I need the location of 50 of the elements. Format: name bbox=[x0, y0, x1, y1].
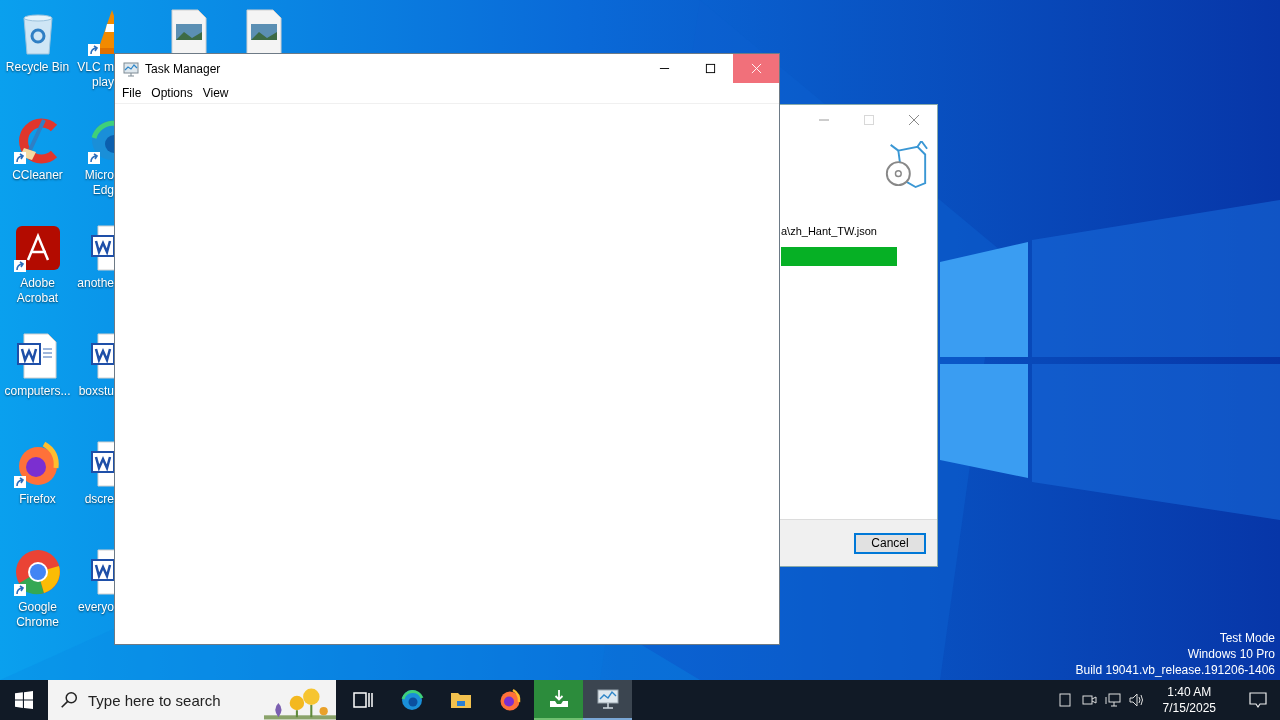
icon-label: Micro bbox=[84, 168, 114, 183]
icon-label: Google bbox=[18, 600, 57, 615]
icon-label: play bbox=[92, 75, 114, 90]
cancel-button[interactable]: Cancel bbox=[854, 532, 926, 554]
icon-label: Chrome bbox=[16, 615, 59, 630]
edge-icon bbox=[399, 688, 424, 712]
notification-icon[interactable] bbox=[1248, 690, 1268, 710]
volume-icon[interactable] bbox=[1128, 692, 1145, 708]
firefox-icon[interactable] bbox=[13, 440, 62, 488]
time-text: 1:40 AM bbox=[1167, 684, 1212, 700]
windows-logo-icon bbox=[15, 691, 33, 709]
icon-label: Edg bbox=[92, 183, 114, 198]
close-icon bbox=[750, 63, 762, 74]
system-info-text: Test Mode bbox=[1219, 630, 1275, 646]
search-box[interactable]: Type here to search bbox=[48, 680, 336, 720]
traffic-cone-icon[interactable] bbox=[88, 8, 114, 56]
icon-label: Acrobat bbox=[16, 291, 59, 306]
icon-label: dscre bbox=[84, 492, 114, 507]
monitor-chart-icon bbox=[123, 60, 139, 77]
system-info-text: Windows 10 Pro bbox=[1187, 646, 1275, 662]
maximize-icon bbox=[704, 63, 716, 74]
menu-item[interactable]: View bbox=[197, 86, 234, 100]
icon-label: VLC m bbox=[77, 60, 114, 75]
icon-label: Firefox bbox=[19, 492, 56, 507]
window-title: Task Manager bbox=[145, 61, 221, 76]
menu-item[interactable]: Options bbox=[146, 86, 198, 100]
icon-label: computers... bbox=[4, 384, 71, 399]
close-icon[interactable] bbox=[908, 114, 920, 126]
square-icon[interactable] bbox=[1056, 692, 1073, 708]
box-disc-icon bbox=[883, 141, 929, 189]
search-field[interactable]: Type here to search bbox=[88, 691, 248, 709]
camera-icon[interactable] bbox=[1080, 692, 1097, 708]
file-path-text: a\zh_Hant_TW.json bbox=[780, 225, 878, 237]
pdf-icon[interactable] bbox=[13, 224, 62, 272]
icon-label: everyo bbox=[77, 600, 114, 615]
search-icon bbox=[60, 691, 78, 709]
date-text: 7/15/2025 bbox=[1162, 700, 1216, 716]
monitor-chart-icon bbox=[595, 687, 620, 711]
clock[interactable]: 1:40 AM 7/15/2025 bbox=[1152, 684, 1226, 716]
menu-item[interactable]: File bbox=[117, 86, 147, 100]
icon-label: Recycle Bin bbox=[5, 60, 70, 75]
icon-label: boxstu bbox=[78, 384, 114, 399]
system-info-text: Build 19041.vb_release.191206-1406 bbox=[1075, 662, 1275, 678]
flowers-drawing bbox=[264, 688, 336, 720]
chrome-icon[interactable] bbox=[13, 548, 62, 596]
icon-label: Adobe bbox=[20, 276, 55, 291]
taskbar-button[interactable] bbox=[583, 680, 632, 720]
icon-label: anothe bbox=[77, 276, 114, 291]
network-icon[interactable] bbox=[1104, 692, 1121, 708]
icon-label: CCleaner bbox=[12, 168, 63, 183]
